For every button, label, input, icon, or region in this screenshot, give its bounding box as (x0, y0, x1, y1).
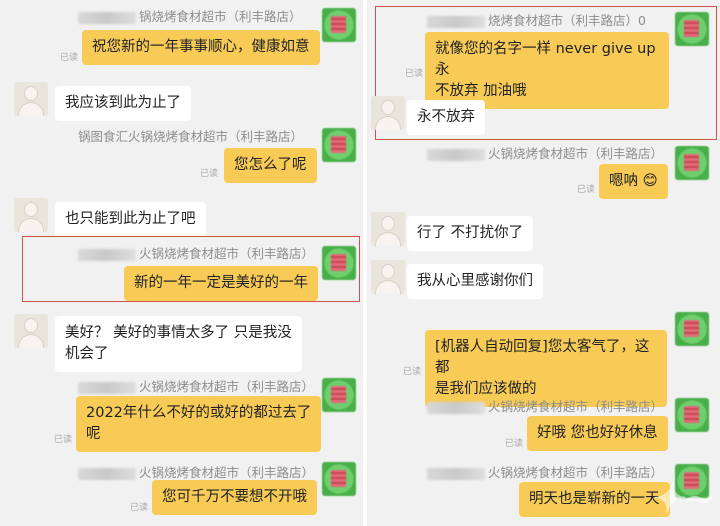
read-receipt: 已读 (505, 439, 524, 449)
user-avatar[interactable] (371, 212, 405, 246)
message-bubble-outgoing[interactable]: 明天也是崭新的一天 (519, 482, 670, 517)
read-receipt: 已读 (403, 367, 422, 377)
message-bubble-incoming[interactable]: 永不放弃 (407, 100, 485, 135)
store-avatar[interactable] (322, 8, 356, 42)
read-receipt: 已读 (200, 169, 219, 179)
user-avatar[interactable] (14, 82, 48, 116)
sender-name: 火锅烧烤食材超市（利丰路店） (78, 376, 314, 395)
user-avatar[interactable] (14, 198, 48, 232)
message-bubble-incoming[interactable]: 也只能到此为止了吧 (55, 202, 206, 237)
sender-name: 火锅烧烤食材超市（利丰路店） (78, 243, 314, 262)
sender-name: 火锅烧烤食材超市（利丰路店） (78, 462, 314, 481)
store-avatar[interactable] (322, 462, 356, 496)
sender-name: 锅烧烤食材超市（利丰路店） (78, 6, 302, 25)
store-avatar[interactable] (675, 312, 709, 346)
store-avatar[interactable] (675, 146, 709, 180)
sender-name: 火锅烧烤食材超市（利丰路店） (427, 462, 663, 481)
message-bubble-outgoing[interactable]: 您怎么了呢 (224, 148, 317, 183)
read-receipt: 已读 (577, 185, 596, 195)
user-avatar[interactable] (371, 96, 405, 130)
store-avatar[interactable] (322, 246, 356, 280)
store-avatar[interactable] (322, 128, 356, 162)
message-bubble-outgoing[interactable]: 您可千万不要想不开哦 (152, 480, 317, 515)
message-bubble-outgoing[interactable]: 嗯呐 😊 (599, 164, 668, 199)
left-chat-screenshot: 锅烧烤食材超市（利丰路店） 祝您新的一年事事顺心，健康如意 已读 我应该到此为止… (0, 0, 363, 526)
store-avatar[interactable] (322, 378, 356, 412)
user-avatar[interactable] (371, 260, 405, 294)
message-bubble-incoming[interactable]: 行了 不打扰你了 (407, 216, 534, 251)
store-avatar[interactable] (675, 12, 709, 46)
read-receipt: 已读 (60, 53, 79, 63)
message-bubble-incoming[interactable]: 我从心里感谢你们 (407, 264, 543, 299)
message-bubble-outgoing[interactable]: 2022年什么不好的或好的都过去了呢 (76, 396, 322, 452)
message-bubble-incoming[interactable]: 我应该到此为止了 (55, 86, 191, 121)
message-bubble-outgoing[interactable]: 就像您的名字一样 never give up 永不放弃 加油哦 (425, 32, 669, 109)
right-chat-screenshot: 烧烤食材超市（利丰路店）0 就像您的名字一样 never give up 永不放… (367, 0, 720, 526)
read-receipt: 已读 (54, 435, 73, 445)
sender-name: 火锅烧烤食材超市（利丰路店） (427, 396, 663, 415)
message-bubble-outgoing[interactable]: 好哦 您也好好休息 (527, 416, 668, 451)
watermark-logo: ✦~ (647, 475, 717, 522)
read-receipt: 已读 (130, 503, 149, 513)
read-receipt: 已读 (405, 69, 424, 79)
sender-name: 火锅烧烤食材超市（利丰路店） (427, 143, 663, 162)
message-bubble-outgoing[interactable]: 新的一年一定是美好的一年 (124, 266, 318, 301)
sender-name: 锅图食汇火锅烧烤食材超市（利丰路店） (78, 129, 304, 144)
sender-name: 烧烤食材超市（利丰路店）0 (427, 10, 646, 29)
message-bubble-incoming[interactable]: 美好？ 美好的事情太多了 只是我没 机会了 (55, 316, 302, 372)
message-bubble-outgoing[interactable]: 祝您新的一年事事顺心，健康如意 (82, 30, 320, 65)
store-avatar[interactable] (675, 398, 709, 432)
user-avatar[interactable] (14, 314, 48, 348)
